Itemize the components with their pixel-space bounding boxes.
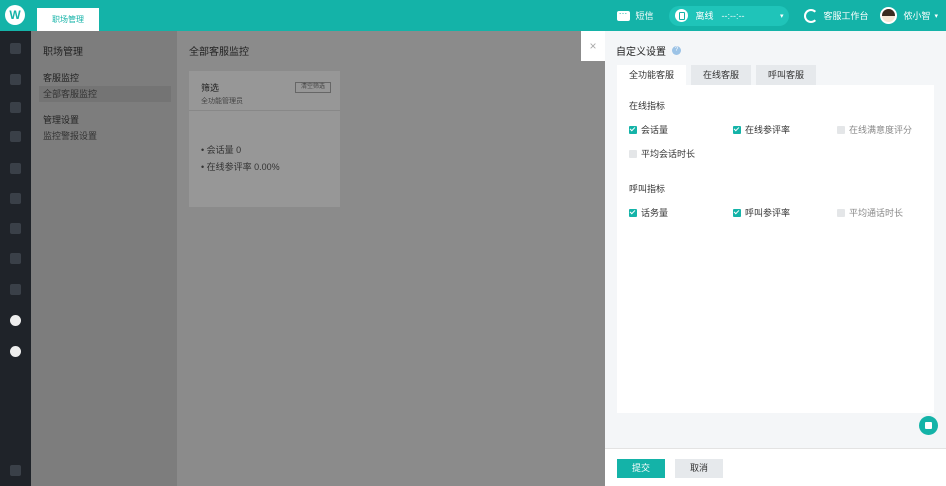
side-nav bbox=[0, 31, 31, 486]
help-icon[interactable]: ? bbox=[672, 46, 681, 55]
checkbox-call-volume[interactable]: 话务量 bbox=[629, 206, 668, 219]
tab-call-agent[interactable]: 呼叫客服 bbox=[756, 65, 817, 85]
chevron-down-icon: ▾ bbox=[779, 12, 784, 20]
checkbox-call-rating-rate[interactable]: 呼叫参评率 bbox=[733, 206, 790, 219]
monitor-icon[interactable] bbox=[10, 315, 21, 326]
status-select[interactable]: 离线 --:--:-- ▾ bbox=[669, 5, 790, 26]
profile-icon[interactable] bbox=[10, 346, 21, 357]
document-icon[interactable] bbox=[10, 102, 21, 113]
top-right-area: 短信 离线 --:--:-- ▾ 客服工作台 侬小智 ▾ bbox=[617, 0, 938, 31]
page-title: 全部客服监控 bbox=[189, 47, 249, 58]
tab-body: 在线指标 会话量 在线参评率 在线满意度评分 平均会话时长 呼叫指标 话务量 呼… bbox=[617, 85, 934, 413]
tab-workplace[interactable]: 职场管理 bbox=[37, 8, 99, 31]
checkbox-icon bbox=[629, 149, 637, 158]
submit-button[interactable]: 提交 bbox=[617, 459, 665, 478]
chart-icon[interactable] bbox=[10, 193, 21, 204]
main-content: 全部客服监控 筛选 全功能管理员 清空筛选 • 会话量 0 • 在线参评率 0.… bbox=[177, 31, 605, 486]
menu-title: 职场管理 bbox=[43, 47, 83, 58]
gear-icon[interactable] bbox=[10, 253, 21, 264]
app-logo: W bbox=[5, 5, 25, 25]
group-title-call: 呼叫指标 bbox=[629, 184, 666, 194]
panel-title: 自定义设置 ? bbox=[616, 43, 681, 58]
checkbox-checked-icon bbox=[629, 208, 637, 217]
panel-tabs: 全功能客服 在线客服 呼叫客服 bbox=[617, 65, 821, 85]
search-icon[interactable] bbox=[10, 223, 21, 234]
status-label: 离线 bbox=[695, 11, 714, 21]
group-title-online: 在线指标 bbox=[629, 101, 666, 111]
checkbox-online-rating-rate[interactable]: 在线参评率 bbox=[733, 123, 790, 136]
help-chat-icon[interactable] bbox=[919, 416, 938, 435]
workbench-label: 客服工作台 bbox=[823, 11, 869, 21]
workbench-link[interactable]: 客服工作台 bbox=[804, 8, 869, 23]
checkbox-checked-icon bbox=[629, 125, 637, 134]
clear-filter-button[interactable]: 清空筛选 bbox=[295, 82, 331, 93]
panel-title-text: 自定义设置 bbox=[616, 47, 666, 58]
headset-icon bbox=[804, 8, 819, 23]
phone-icon bbox=[675, 9, 689, 22]
checkbox-checked-icon bbox=[733, 125, 741, 134]
grid-icon[interactable] bbox=[10, 74, 21, 85]
checkbox-icon bbox=[837, 125, 845, 134]
metric-item: • 在线参评率 0.00% bbox=[201, 162, 280, 172]
checkbox-checked-icon bbox=[733, 208, 741, 217]
metric-item: • 会话量 0 bbox=[201, 145, 242, 155]
sms-label[interactable]: 短信 bbox=[635, 9, 653, 22]
checkbox-online-satisfaction[interactable]: 在线满意度评分 bbox=[837, 123, 912, 136]
user-menu[interactable]: 侬小智 ▾ bbox=[880, 7, 938, 24]
media-icon[interactable] bbox=[10, 284, 21, 295]
menu-section-settings: 管理设置 bbox=[43, 115, 80, 125]
close-icon[interactable]: × bbox=[581, 31, 605, 61]
status-timer: --:--:-- bbox=[721, 10, 745, 21]
user-name: 侬小智 bbox=[903, 11, 931, 21]
checkbox-avg-session-time[interactable]: 平均会话时长 bbox=[629, 147, 695, 160]
filter-subtitle: 全功能管理员 bbox=[201, 98, 243, 105]
top-bar: W 职场管理 短信 离线 --:--:-- ▾ 客服工作台 侬小智 ▾ bbox=[0, 0, 946, 31]
menu-item-all-monitor[interactable]: 全部客服监控 bbox=[39, 86, 171, 102]
avatar bbox=[880, 7, 898, 24]
user-icon[interactable] bbox=[10, 163, 21, 174]
checkbox-avg-call-time[interactable]: 平均通话时长 bbox=[837, 206, 903, 219]
filter-header: 筛选 全功能管理员 清空筛选 bbox=[189, 71, 340, 111]
message-icon[interactable] bbox=[617, 6, 631, 21]
menu-section-monitor: 客服监控 bbox=[43, 73, 80, 83]
checkbox-icon bbox=[837, 208, 845, 217]
custom-settings-panel: 自定义设置 ? 全功能客服 在线客服 呼叫客服 在线指标 会话量 在线参评率 在… bbox=[605, 31, 946, 486]
bell-icon[interactable] bbox=[10, 465, 21, 476]
panel-footer: 提交 取消 bbox=[605, 448, 946, 486]
chat-icon[interactable] bbox=[10, 131, 21, 142]
filter-card: 筛选 全功能管理员 清空筛选 • 会话量 0 • 在线参评率 0.00% bbox=[189, 71, 340, 207]
cancel-button[interactable]: 取消 bbox=[675, 459, 723, 478]
menu-item-alert-settings[interactable]: 监控警报设置 bbox=[39, 128, 171, 144]
home-icon[interactable] bbox=[10, 43, 21, 54]
chevron-down-icon: ▾ bbox=[934, 12, 938, 20]
tab-online-agent[interactable]: 在线客服 bbox=[691, 65, 752, 85]
tab-all-agent[interactable]: 全功能客服 bbox=[617, 65, 687, 85]
secondary-menu: 职场管理 客服监控 全部客服监控 管理设置 监控警报设置 bbox=[31, 31, 177, 486]
checkbox-session-count[interactable]: 会话量 bbox=[629, 123, 668, 136]
